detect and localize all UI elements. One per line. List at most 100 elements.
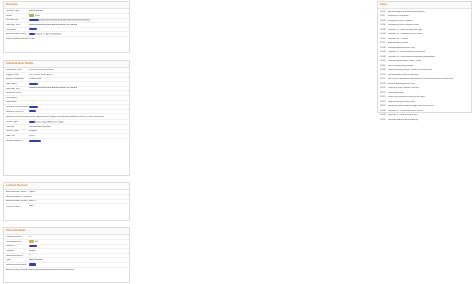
- detail-label: Message Text: [6, 87, 20, 90]
- detail-value: [29, 139, 129, 143]
- step-description: Evaluating Service Selection Policy: [388, 24, 420, 27]
- step-code: 24319: [380, 100, 386, 103]
- step-description: Returned RADIUS Access-Accept: [388, 118, 419, 121]
- value-text: Network Authentication Authentication su…: [29, 23, 77, 26]
- step-description: Matched rule - Default: [388, 37, 408, 40]
- other-attributes-panel: Other Attributes ConfigVersionId 32 Destin…: [3, 227, 130, 283]
- step-description: ISE has not confirmed locally previous s…: [388, 78, 453, 81]
- value-text: Device Type#All Device Types, Location#A…: [29, 115, 104, 118]
- step-code: 11002: [380, 118, 386, 121]
- detail-label: Authentication EP Ratings Score: [6, 195, 29, 198]
- detail-label: Lockout Status: [6, 205, 21, 208]
- redacted-value: [29, 263, 36, 266]
- detail-value: Device Type#All Device Types: [29, 120, 129, 124]
- detail-value: 5: [29, 254, 129, 256]
- step-code: 24323: [380, 105, 386, 108]
- detail-value: [29, 244, 129, 248]
- step-code: 15004: [380, 37, 386, 40]
- value-text: 32: [29, 236, 32, 239]
- value-text: 2021-08-30 08:45:06.871: [29, 73, 54, 76]
- value-text: 50101: [29, 134, 36, 137]
- step-description: Returned RADIUS Access-Accept: [388, 73, 419, 76]
- overview-rows: Session Type Authentication Status Pass Sess…: [4, 9, 129, 43]
- value-text: EBOOT: [29, 200, 37, 203]
- detail-label: Session Type: [6, 10, 20, 13]
- step-code: 11017: [380, 15, 386, 18]
- detail-value: 10: [29, 196, 129, 198]
- value-text: 10: [29, 195, 32, 198]
- status-badge: [29, 240, 34, 243]
- step-code: 15048: [380, 114, 386, 117]
- value-text: 00000000000000000000000000000000/0000000…: [39, 19, 91, 22]
- detail-value: Radius: [29, 250, 129, 252]
- value-text: Location#All Locations: [29, 125, 51, 128]
- detail-value: Default >> 802.1X Network: [29, 32, 129, 36]
- authentication-details-panel: Authentication Details Generated Time 202…: [3, 60, 130, 176]
- authentication-details-rows: Generated Time 2021-08-30 08:45:06.848 Log…: [4, 68, 129, 145]
- status-text: Pass: [35, 15, 40, 18]
- status-text: 58: [35, 241, 38, 244]
- step-description: Search for matching accounts at join poi…: [388, 96, 426, 99]
- detail-label: Epoch Timestamp: [6, 78, 24, 81]
- detail-value: dot1x/00000000000000000000000000000000: [29, 269, 129, 271]
- step-code: 15049: [380, 19, 386, 22]
- detail-label: Location: [6, 125, 15, 128]
- detail-label: Network Device Groups: [6, 115, 29, 118]
- step-description: Identity resolution detected single matc…: [388, 105, 434, 108]
- detail-value: 2021-08-30 08:45:06.848: [29, 69, 129, 71]
- value-text: Authentication: [29, 259, 43, 262]
- detail-value: 1630312006: [29, 78, 129, 80]
- step-description: Selected Authorization Profile - VLAN: [388, 60, 422, 63]
- step-description: Queried PIP - RADIUS.NAS-Port-Type: [388, 28, 423, 31]
- status-badge: [29, 14, 34, 17]
- step-description: Evaluating Authorization Policy: [388, 82, 416, 85]
- step-description: Max sessions policy passed: [388, 64, 413, 67]
- detail-label: Network Device IP: [6, 110, 24, 113]
- step-row: 11002 Returned RADIUS Access-Accept: [380, 118, 469, 123]
- step-code: 24313: [380, 96, 386, 99]
- step-code: 11002: [380, 73, 386, 76]
- detail-value: Network Authentication Authentication su…: [29, 24, 129, 26]
- detail-label: Authentication Service: [6, 200, 28, 203]
- detail-label: Network Device: [6, 92, 22, 95]
- step-description: Authentication Passed: [388, 42, 408, 45]
- step-code: 15048: [380, 55, 386, 58]
- detail-label: Device Type: [6, 121, 18, 124]
- value-text: Device Type#All Device Types: [35, 121, 65, 124]
- value-text: Framed: [29, 130, 37, 133]
- step-code: 15048: [380, 33, 386, 36]
- step-description: Resolving identity: [388, 91, 404, 94]
- detail-value: 00000000000000000000000000000000/0000000…: [29, 18, 129, 22]
- step-code: 15036: [380, 82, 386, 85]
- redacted-value: [29, 110, 36, 113]
- value-text: Network Authentication Authentication su…: [29, 87, 77, 90]
- detail-label: Authentication Status: [6, 191, 27, 194]
- detail-value: Authentication: [29, 10, 129, 12]
- detail-value: Safe: [29, 205, 129, 207]
- step-code: 11001: [380, 10, 386, 13]
- value-text: Default >> 802.1X Network: [35, 33, 62, 36]
- lockout-panel: Lockout Protocol Authentication Status La…: [3, 182, 130, 221]
- step-code: 24432: [380, 87, 386, 90]
- detail-row: Lockout Status Safe: [4, 204, 129, 209]
- detail-value: [29, 110, 129, 113]
- step-code: 24325: [380, 91, 386, 94]
- detail-label: Message Text: [6, 24, 20, 27]
- step-description: Evaluating Authorization Policy: [388, 46, 416, 49]
- step-code: 15048: [380, 109, 386, 112]
- value-text: 1630312006: [29, 78, 42, 81]
- detail-value: [29, 263, 129, 266]
- redacted-value: [29, 18, 39, 22]
- detail-label: Protocol: [6, 250, 15, 253]
- detail-label: Selected Authorization Profile: [6, 38, 29, 41]
- step-code: 15048: [380, 51, 386, 54]
- step-code: 15048: [380, 28, 386, 31]
- value-text: dot1x/00000000000000000000000000000000: [29, 268, 74, 271]
- step-description: Queried PIP - Authenticated.User: [388, 114, 418, 117]
- step-description: Received RADIUS Authentication request: [388, 10, 425, 13]
- step-code: 22080: [380, 69, 386, 72]
- detail-value: [29, 105, 129, 109]
- detail-row: Selected Authorization ProfileVLAN: [4, 37, 129, 42]
- step-code: 24715: [380, 78, 386, 81]
- value-text: VLAN: [29, 38, 35, 41]
